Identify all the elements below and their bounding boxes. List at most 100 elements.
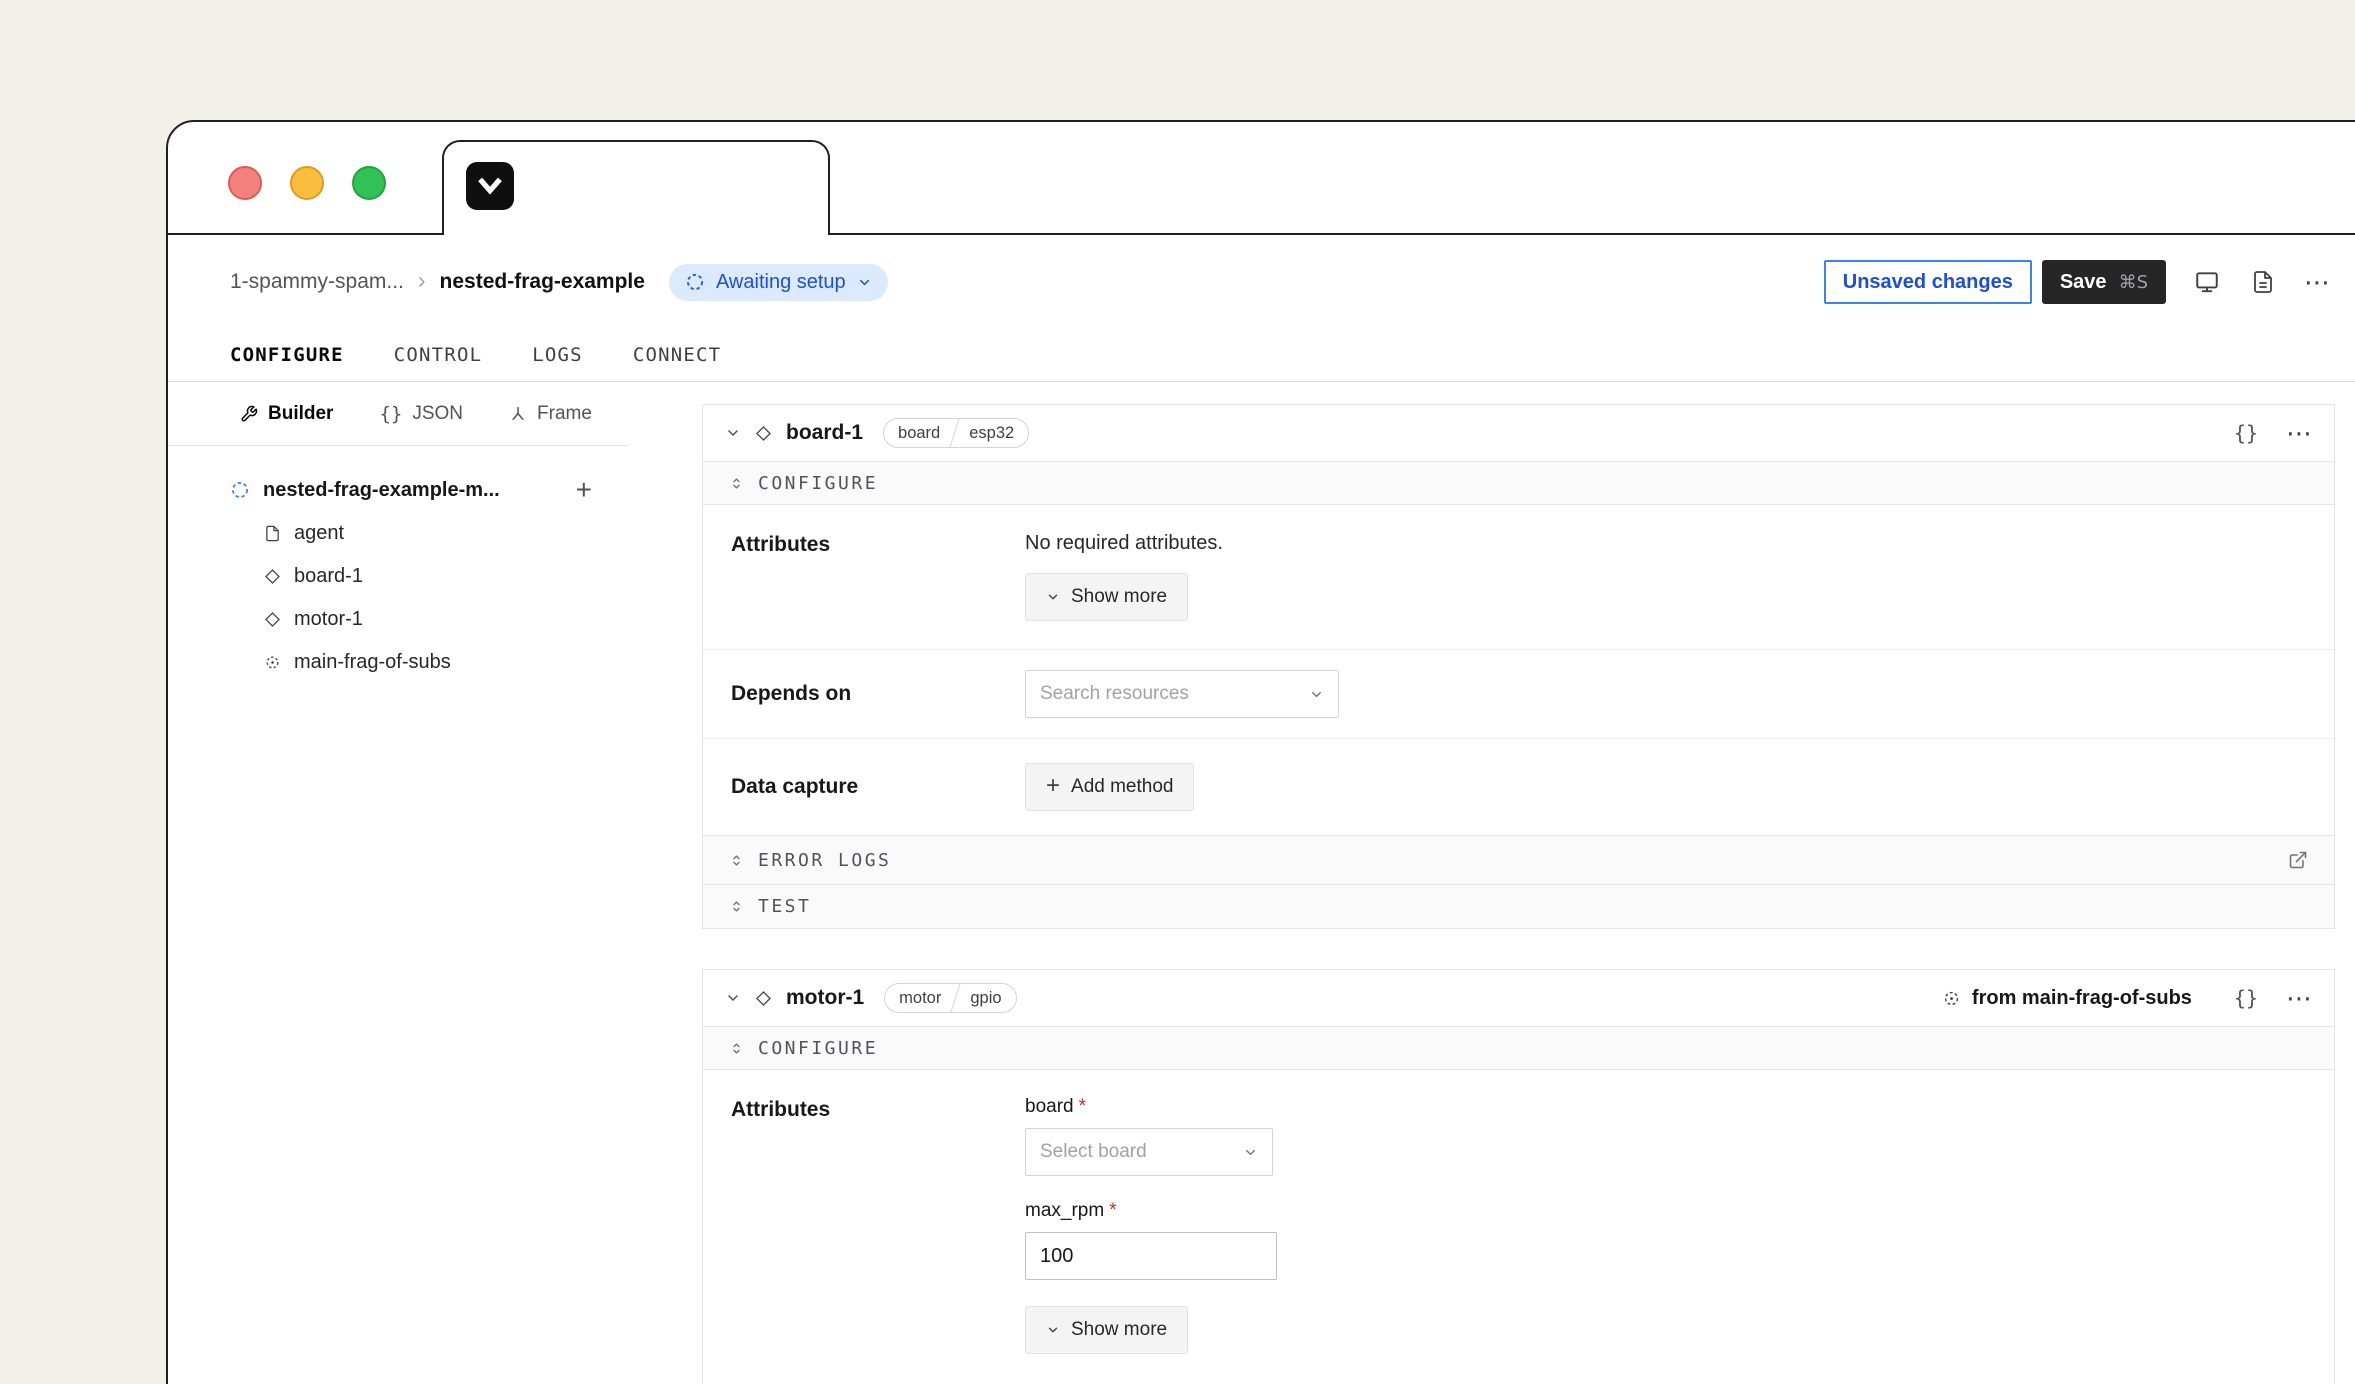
edit-json-button[interactable]: {} (2234, 986, 2258, 1010)
tree-item-motor-1[interactable]: motor-1 (230, 598, 628, 641)
resource-tree: nested-frag-example-m... + agent board-1… (168, 446, 628, 684)
component-diamond-icon (755, 425, 772, 442)
window-controls (228, 166, 386, 200)
card-header: motor-1 motor gpio from main-frag-of-sub… (703, 970, 2334, 1026)
save-shortcut: ⌘S (2119, 272, 2148, 293)
resource-type-tags: board esp32 (883, 418, 1029, 448)
awaiting-machine-icon (230, 480, 250, 500)
tree-item-label: agent (294, 522, 344, 545)
unsaved-changes-label: Unsaved changes (1843, 271, 2013, 294)
show-more-button[interactable]: Show more (1025, 573, 1188, 621)
more-menu-button[interactable]: ⋯ (2304, 269, 2330, 295)
required-asterisk: * (1079, 1096, 1086, 1117)
tree-item-board-1[interactable]: board-1 (230, 555, 628, 598)
card-title: motor-1 (786, 986, 864, 1010)
chevron-down-icon (1046, 1323, 1060, 1337)
collapse-chevron-icon[interactable] (725, 990, 741, 1006)
document-icon (2251, 270, 2275, 294)
tree-root-machine[interactable]: nested-frag-example-m... + (230, 468, 628, 512)
fragment-icon (264, 654, 281, 671)
test-section-header[interactable]: TEST (703, 884, 2334, 928)
field-label-max-rpm: max_rpm* (1025, 1200, 1117, 1222)
configure-section-header[interactable]: CONFIGURE (703, 461, 2334, 505)
unfold-icon (729, 899, 744, 914)
mode-builder-label: Builder (268, 403, 333, 425)
tab-logs[interactable]: LOGS (532, 344, 583, 366)
unfold-icon (729, 853, 744, 868)
depends-on-label: Depends on (731, 682, 1025, 706)
viam-chevron-icon (476, 172, 504, 200)
depends-on-select[interactable]: Search resources (1025, 670, 1339, 718)
tree-item-label: motor-1 (294, 608, 363, 631)
mode-json-label: JSON (412, 403, 463, 425)
machine-topbar: 1-spammy-spam... › nested-frag-example A… (168, 235, 2355, 329)
browser-tab[interactable] (442, 140, 830, 235)
section-label: CONFIGURE (758, 1038, 878, 1059)
chevron-down-icon (857, 275, 872, 290)
error-logs-section-header[interactable]: ERROR LOGS (703, 835, 2334, 884)
browser-window: 1-spammy-spam... › nested-frag-example A… (166, 120, 2355, 1384)
window-zoom-button[interactable] (352, 166, 386, 200)
topbar-actions: Unsaved changes Save ⌘S ⋯ (1824, 260, 2330, 304)
machine-monitor-button[interactable] (2192, 267, 2222, 297)
mode-frame[interactable]: Frame (509, 403, 592, 425)
depends-on-placeholder: Search resources (1040, 683, 1189, 705)
unfold-icon (729, 476, 744, 491)
window-minimize-button[interactable] (290, 166, 324, 200)
tag-type: motor (885, 984, 955, 1012)
page-title: nested-frag-example (440, 270, 645, 294)
section-label: CONFIGURE (758, 473, 878, 494)
show-more-label: Show more (1071, 586, 1167, 608)
max-rpm-input[interactable] (1025, 1232, 1277, 1280)
tree-root-label: nested-frag-example-m... (263, 479, 500, 502)
breadcrumb: 1-spammy-spam... › nested-frag-example (230, 267, 645, 297)
configure-sidebar: Builder {} JSON Frame nested-frag-exampl… (168, 382, 628, 1384)
configure-section-header[interactable]: CONFIGURE (703, 1026, 2334, 1070)
fragment-source-label: from main-frag-of-subs (1972, 987, 2192, 1010)
tree-item-label: board-1 (294, 565, 363, 588)
add-method-button[interactable]: + Add method (1025, 763, 1194, 811)
section-label: ERROR LOGS (758, 850, 891, 871)
save-button[interactable]: Save ⌘S (2042, 260, 2166, 304)
chevron-down-icon (1046, 590, 1060, 604)
mode-json[interactable]: {} JSON (379, 403, 463, 425)
component-diamond-icon (264, 611, 281, 628)
show-more-label: Show more (1071, 1319, 1167, 1341)
card-title: board-1 (786, 421, 863, 445)
window-close-button[interactable] (228, 166, 262, 200)
tab-configure[interactable]: CONFIGURE (230, 344, 344, 366)
file-icon (264, 525, 281, 542)
unfold-icon (729, 1041, 744, 1056)
braces-icon: {} (379, 403, 402, 425)
card-actions: {} ⋯ (2234, 420, 2312, 446)
sidebar-mode-switcher: Builder {} JSON Frame (168, 382, 628, 446)
edit-json-button[interactable]: {} (2234, 421, 2258, 445)
component-diamond-icon (755, 990, 772, 1007)
chevron-down-icon (1243, 1145, 1258, 1160)
attributes-row: Attributes No required attributes. Show … (703, 505, 2334, 650)
machine-document-button[interactable] (2248, 267, 2278, 297)
show-more-button[interactable]: Show more (1025, 1306, 1188, 1354)
add-resource-button[interactable]: + (576, 476, 592, 504)
tab-control[interactable]: CONTROL (394, 344, 482, 366)
tag-model: esp32 (955, 419, 1028, 447)
field-label-board: board* (1025, 1096, 1086, 1118)
external-link-icon[interactable] (2288, 850, 2308, 870)
attributes-label: Attributes (731, 531, 1025, 621)
breadcrumb-parent[interactable]: 1-spammy-spam... (230, 270, 404, 294)
card-more-menu-button[interactable]: ⋯ (2286, 420, 2312, 446)
tag-model: gpio (956, 984, 1015, 1012)
mode-frame-label: Frame (537, 403, 592, 425)
machine-status-badge[interactable]: Awaiting setup (669, 264, 888, 301)
resource-type-tags: motor gpio (884, 983, 1016, 1013)
resource-card-board-1: board-1 board esp32 {} ⋯ CONF (702, 404, 2335, 929)
no-attributes-text: No required attributes. (1025, 531, 1223, 555)
tree-item-main-frag-of-subs[interactable]: main-frag-of-subs (230, 641, 628, 684)
collapse-chevron-icon[interactable] (725, 425, 741, 441)
tab-connect[interactable]: CONNECT (633, 344, 721, 366)
board-select[interactable]: Select board (1025, 1128, 1273, 1176)
tree-item-agent[interactable]: agent (230, 512, 628, 555)
mode-builder[interactable]: Builder (240, 403, 333, 425)
unsaved-changes-button[interactable]: Unsaved changes (1824, 260, 2032, 304)
card-more-menu-button[interactable]: ⋯ (2286, 985, 2312, 1011)
